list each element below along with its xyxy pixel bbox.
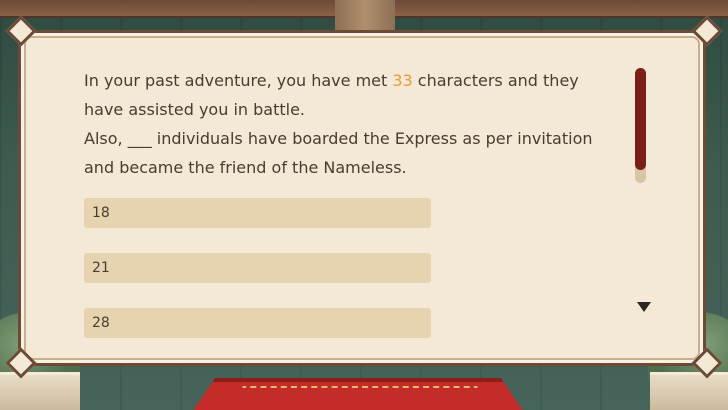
question-text: In your past adventure, you have met 33 … xyxy=(84,66,604,182)
answer-option-label: 28 xyxy=(92,315,110,331)
question-line2: Also, ___ individuals have boarded the E… xyxy=(84,129,593,177)
background-pillar xyxy=(335,0,395,34)
scrollbar-thumb[interactable] xyxy=(635,68,646,170)
planter-right xyxy=(650,372,728,410)
scroll-down-arrow-icon[interactable] xyxy=(637,302,651,312)
background-carpet-trim xyxy=(230,386,490,410)
question-line1-start: In your past adventure, you have met xyxy=(84,71,393,90)
planter-left xyxy=(0,372,80,410)
answer-option-2[interactable]: 21 xyxy=(84,253,431,283)
answer-option-label: 18 xyxy=(92,205,110,221)
answer-option-3[interactable]: 28 xyxy=(84,308,431,338)
answer-option-label: 21 xyxy=(92,260,110,276)
answer-option-1[interactable]: 18 xyxy=(84,198,431,228)
question-highlight-number: 33 xyxy=(392,71,413,90)
